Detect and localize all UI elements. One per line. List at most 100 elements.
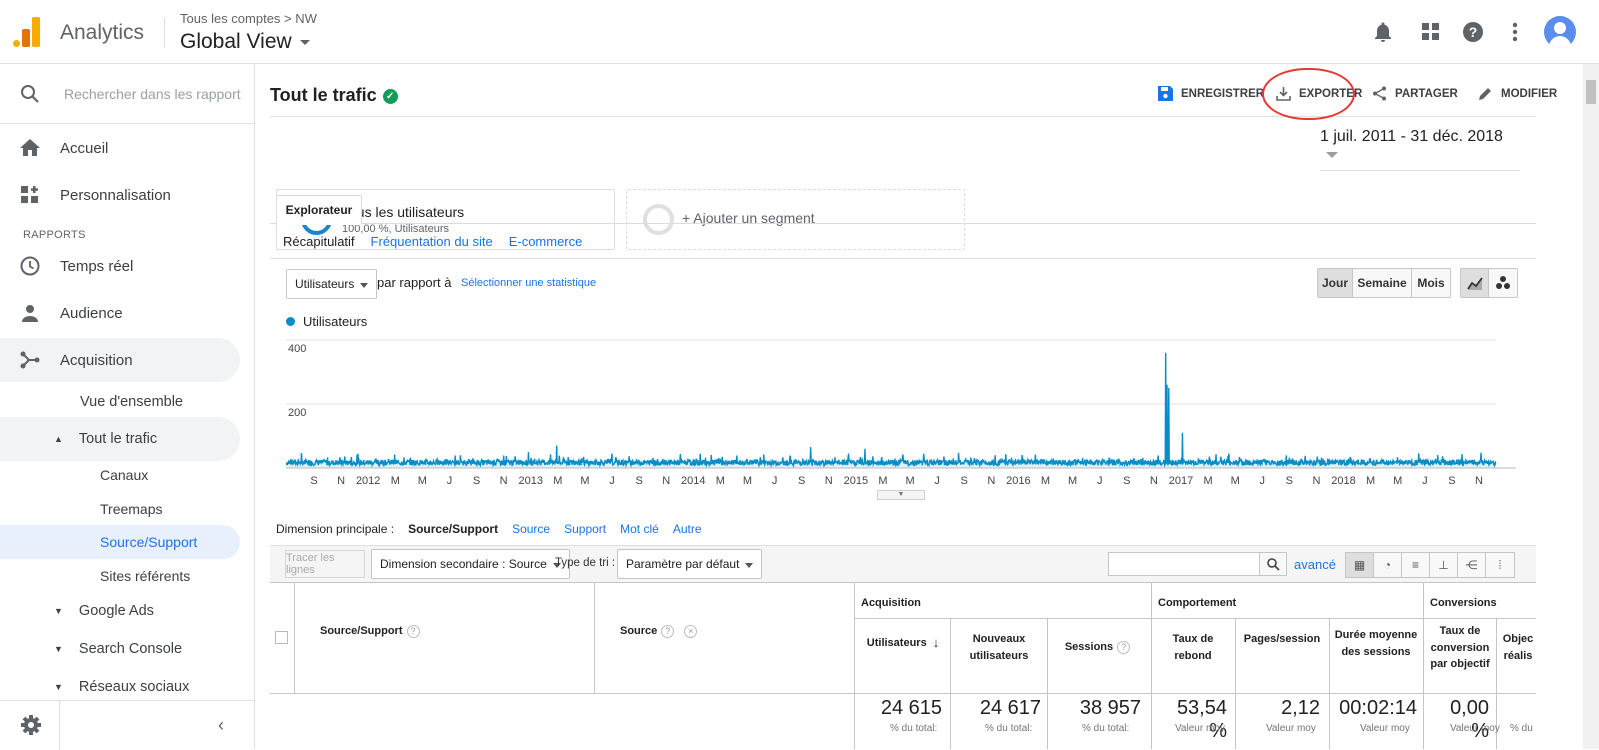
chart-resize-handle[interactable]: ▼ [877, 490, 925, 500]
save-button[interactable]: ENREGISTRER [1158, 86, 1264, 101]
help-icon[interactable]: ? [406, 624, 420, 638]
share-button[interactable]: PARTAGER [1372, 86, 1458, 101]
select-all-checkbox[interactable] [275, 631, 288, 644]
sidebar-item-source-medium[interactable]: Source/Support [0, 525, 240, 559]
gear-icon[interactable] [20, 714, 42, 741]
account-icon[interactable] [1544, 16, 1576, 48]
legend-series-name: Utilisateurs [303, 314, 368, 329]
comparison-view-icon[interactable]: ⊥ [1430, 553, 1458, 577]
period-week-button[interactable]: Semaine [1353, 269, 1412, 297]
add-segment-button[interactable]: + Ajouter un segment [626, 189, 965, 250]
divider [1423, 583, 1424, 749]
x-tick-label: M [878, 475, 887, 487]
column-label: Taux de rebond [1172, 633, 1214, 662]
sidebar-item-realtime[interactable]: Temps réel [0, 244, 240, 288]
primary-dimension-current: Source/Support [408, 522, 499, 536]
sidebar-item-referrals[interactable]: Sites référents [0, 559, 240, 593]
term-cloud-view-icon[interactable]: ⋲ [1458, 553, 1486, 577]
scrollbar-thumb[interactable] [1586, 80, 1596, 104]
secondary-dimension-select[interactable]: Dimension secondaire : Source [371, 549, 570, 579]
collapse-chevron-icon[interactable]: ‹ [218, 715, 224, 736]
period-day-button[interactable]: Jour [1318, 269, 1353, 297]
column-bounce-rate[interactable]: Taux de rebond [1155, 631, 1231, 664]
sidebar-item-all-traffic[interactable]: ▲ Tout le trafic [0, 417, 240, 461]
chevron-down-icon [299, 39, 310, 45]
column-pages-session[interactable]: Pages/session [1238, 631, 1326, 648]
sidebar-item-audience[interactable]: Audience [0, 291, 240, 335]
table-search-input[interactable] [1108, 552, 1260, 576]
bell-icon[interactable] [1371, 20, 1395, 44]
period-month-button[interactable]: Mois [1412, 269, 1450, 297]
column-goal-conversion-rate[interactable]: Taux de conversion par objectif [1427, 623, 1493, 673]
x-tick-label: N [825, 475, 833, 487]
dimension-link-medium[interactable]: Support [564, 522, 606, 536]
divider [950, 619, 951, 749]
series-line-users[interactable] [286, 352, 1497, 469]
breadcrumb[interactable]: Tous les comptes > NW [180, 11, 317, 26]
performance-view-icon[interactable]: ≡ [1402, 553, 1430, 577]
search-icon [20, 84, 40, 109]
subtab-ecommerce[interactable]: E-commerce [509, 234, 583, 249]
tab-explorer[interactable]: Explorateur [276, 195, 362, 225]
column-users[interactable]: Utilisateurs ↓ [860, 633, 946, 653]
column-label: Nouveaux utilisateurs [969, 633, 1029, 662]
plot-rows-button[interactable]: Tracer les lignes [285, 550, 365, 578]
line-chart-icon[interactable] [1461, 269, 1489, 297]
x-tick-label: M [905, 475, 914, 487]
select-metric-link[interactable]: Sélectionner une statistique [461, 277, 596, 289]
x-tick-label: N [987, 475, 995, 487]
report-search[interactable]: Rechercher dans les rapport [0, 64, 254, 124]
sidebar: Rechercher dans les rapport Accueil Pers… [0, 64, 255, 750]
search-input[interactable]: Rechercher dans les rapport [64, 86, 241, 102]
help-icon[interactable]: ? [661, 624, 675, 638]
column-goal-completions[interactable]: Objec réalis [1500, 631, 1536, 664]
total-sub: % du total: [1082, 723, 1130, 734]
table-toolbar: Tracer les lignes Dimension secondaire :… [270, 545, 1536, 582]
remove-dimension-icon[interactable]: × [684, 624, 698, 638]
sidebar-item-acquisition[interactable]: Acquisition [0, 338, 240, 382]
dimension-link-source[interactable]: Source [512, 522, 550, 536]
motion-chart-icon[interactable] [1489, 269, 1517, 297]
acquisition-icon [0, 351, 60, 369]
x-tick-label: N [337, 475, 345, 487]
metric-select[interactable]: Utilisateurs [286, 269, 378, 299]
apps-icon[interactable] [1419, 20, 1443, 44]
page-scrollbar[interactable] [1583, 64, 1599, 749]
x-tick-label: J [1422, 475, 1428, 487]
pivot-view-icon[interactable]: ⦙ [1486, 553, 1514, 577]
subtab-site-usage[interactable]: Fréquentation du site [371, 234, 493, 249]
sidebar-item-channels[interactable]: Canaux [0, 458, 240, 492]
share-label: PARTAGER [1395, 87, 1458, 100]
sort-type-select[interactable]: Paramètre par défaut [617, 549, 763, 579]
column-avg-session-duration[interactable]: Durée moyenne des sessions [1331, 627, 1421, 660]
sidebar-item-home[interactable]: Accueil [0, 126, 240, 170]
x-tick-label: M [418, 475, 427, 487]
column-source-medium[interactable]: Source/Support? [320, 623, 420, 640]
view-name: Global View [180, 30, 292, 53]
sidebar-item-treemaps[interactable]: Treemaps [0, 492, 240, 526]
column-sessions[interactable]: Sessions? [1050, 639, 1145, 656]
segment-ring-icon [643, 204, 674, 235]
subtab-summary[interactable]: Récapitulatif [283, 234, 355, 249]
help-icon[interactable]: ? [1117, 640, 1131, 654]
search-icon[interactable] [1259, 552, 1287, 576]
analytics-logo-icon[interactable] [13, 17, 41, 47]
table-view-icon[interactable]: ▦ [1346, 553, 1374, 577]
date-range-picker[interactable]: 1 juil. 2011 - 31 déc. 2018 [1320, 128, 1520, 171]
dimension-link-keyword[interactable]: Mot clé [620, 522, 659, 536]
x-tick-label: S [635, 475, 642, 487]
edit-button[interactable]: MODIFIER [1478, 86, 1557, 101]
column-new-users[interactable]: Nouveaux utilisateurs [955, 631, 1043, 664]
advanced-filter-link[interactable]: avancé [1294, 557, 1336, 572]
column-source[interactable]: Source? × [620, 623, 698, 640]
more-icon[interactable] [1503, 20, 1527, 44]
view-selector[interactable]: Global View [180, 30, 310, 54]
pie-view-icon[interactable]: ◔ [1374, 553, 1402, 577]
sidebar-item-customization[interactable]: Personnalisation [0, 173, 240, 217]
group-conversions: Conversions [1430, 597, 1497, 609]
dimension-link-other[interactable]: Autre [673, 522, 702, 536]
help-icon[interactable]: ? [1461, 20, 1485, 44]
x-tick-label: M [580, 475, 589, 487]
total-new-users: 24 617 [979, 697, 1041, 719]
x-tick-label: J [1097, 475, 1103, 487]
